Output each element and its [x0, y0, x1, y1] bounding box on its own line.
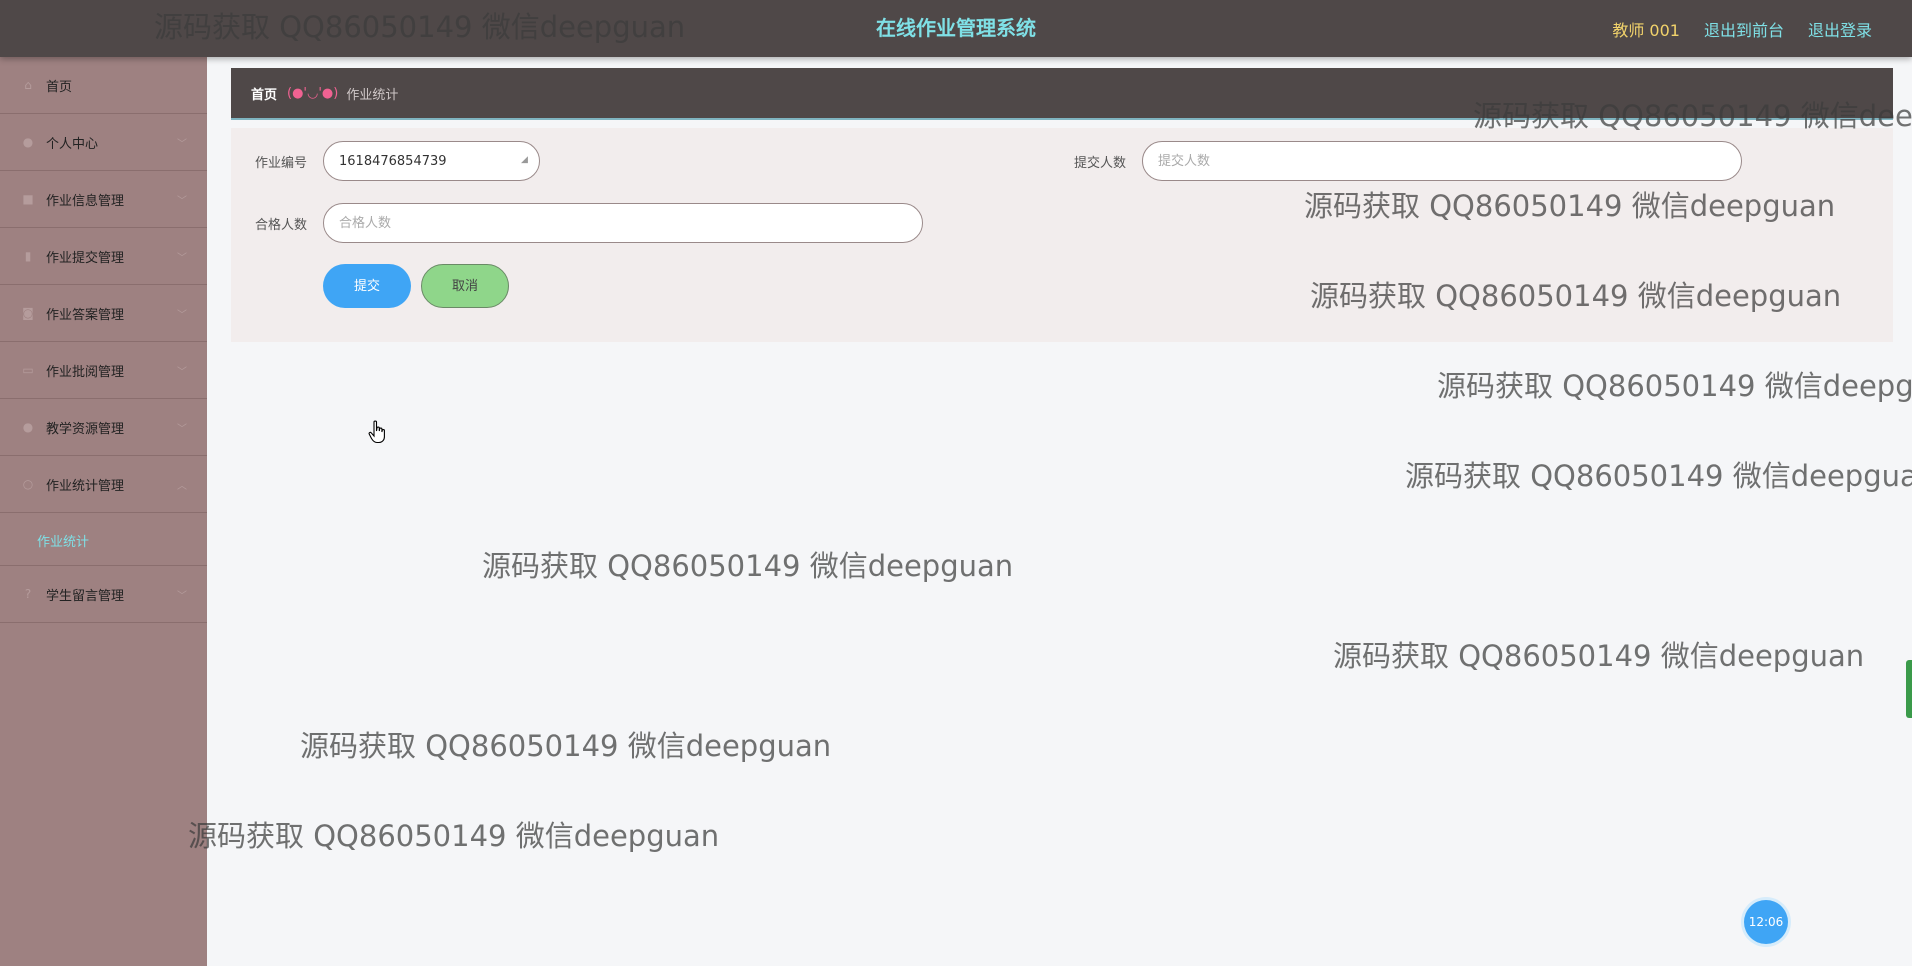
side-edge-tab[interactable] — [1906, 660, 1912, 718]
top-bar: 在线作业管理系统 教师 001 退出到前台 退出登录 — [0, 0, 1912, 57]
statistics-form: 作业编号 ◢ 提交人数 合格人数 提交 取消 — [231, 128, 1893, 342]
camera-icon: ◙ — [22, 306, 34, 320]
user-icon: ● — [22, 135, 34, 149]
exit-to-frontend-link[interactable]: 退出到前台 — [1704, 17, 1784, 41]
logout-link[interactable]: 退出登录 — [1808, 17, 1872, 41]
breadcrumb-current: 作业统计 — [346, 87, 399, 103]
sidebar-item-homework-review[interactable]: ▭ 作业批阅管理 ﹀ — [0, 342, 207, 399]
video-icon: ■ — [22, 192, 34, 206]
help-icon: ? — [24, 587, 32, 601]
chevron-down-icon: ﹀ — [177, 590, 187, 602]
breadcrumb: 首页 (●'◡'●) 作业统计 — [231, 68, 1893, 120]
chevron-down-icon: ﹀ — [177, 366, 187, 378]
sidebar-item-student-messages[interactable]: ? 学生留言管理 ﹀ — [0, 566, 207, 623]
current-user: 教师 001 — [1612, 20, 1680, 40]
chevron-down-icon: ﹀ — [177, 195, 187, 207]
cancel-button[interactable]: 取消 — [421, 264, 509, 308]
folder-icon: ▭ — [22, 363, 34, 377]
chevron-down-icon: ﹀ — [177, 423, 187, 435]
mic-icon: ▮ — [24, 249, 32, 263]
resize-handle-icon: ◢ — [521, 155, 528, 165]
chevron-down-icon: ﹀ — [177, 138, 187, 150]
hand-cursor-icon — [368, 420, 385, 444]
qualified-count-label: 合格人数 — [255, 218, 308, 233]
sidebar-item-homework-submit[interactable]: ▮ 作业提交管理 ﹀ — [0, 228, 207, 285]
top-links: 教师 001 退出到前台 退出登录 — [1612, 0, 1872, 57]
sidebar-item-label: 作业统计管理 — [46, 478, 125, 494]
sidebar-item-teaching-resources[interactable]: ● 教学资源管理 ﹀ — [0, 399, 207, 456]
person-icon: ● — [22, 420, 34, 434]
submit-count-label: 提交人数 — [1074, 156, 1127, 171]
sidebar-item-label: 作业答案管理 — [46, 307, 125, 323]
submit-button[interactable]: 提交 — [323, 264, 411, 308]
location-icon: ○ — [22, 477, 34, 491]
breadcrumb-separator: (●'◡'●) — [287, 85, 339, 101]
watermark-text: 源码获取 QQ86050149 微信deepguan — [300, 729, 832, 763]
homework-no-label: 作业编号 — [255, 156, 308, 171]
breadcrumb-home[interactable]: 首页 — [251, 84, 277, 103]
sidebar-item-label: 作业批阅管理 — [46, 364, 125, 380]
sidebar-item-homework-statistics[interactable]: ○ 作业统计管理 ︿ — [0, 456, 207, 513]
home-icon: ⌂ — [24, 78, 32, 92]
sidebar-item-label: 作业信息管理 — [46, 193, 125, 209]
chevron-down-icon: ﹀ — [177, 252, 187, 264]
sidebar-subitem-homework-statistics[interactable]: 作业统计 — [0, 513, 207, 566]
watermark-text: 源码获取 QQ86050149 微信deepguan — [1333, 639, 1865, 673]
watermark-text: 源码获取 QQ86050149 微信deepguan — [1405, 459, 1912, 493]
watermark-text: 源码获取 QQ86050149 微信deepguan — [188, 819, 720, 853]
qualified-count-input[interactable] — [323, 203, 923, 243]
sidebar-item-homework-info[interactable]: ■ 作业信息管理 ﹀ — [0, 171, 207, 228]
sidebar-item-label: 学生留言管理 — [46, 588, 125, 604]
sidebar-item-label: 个人中心 — [46, 136, 99, 152]
sidebar-item-label: 教学资源管理 — [46, 421, 125, 437]
homework-no-input[interactable] — [323, 141, 540, 181]
watermark-text: 源码获取 QQ86050149 微信deepguan — [482, 549, 1014, 583]
sidebar-item-homework-answer[interactable]: ◙ 作业答案管理 ﹀ — [0, 285, 207, 342]
sidebar-item-personal-center[interactable]: ● 个人中心 ﹀ — [0, 114, 207, 171]
sidebar-item-label: 作业提交管理 — [46, 250, 125, 266]
sidebar-item-home[interactable]: ⌂ 首页 — [0, 57, 207, 114]
watermark-text: 源码获取 QQ86050149 微信deepguan — [1437, 369, 1912, 403]
sidebar-subitem-label: 作业统计 — [37, 535, 90, 550]
clock-badge[interactable]: 12:06 — [1744, 900, 1788, 944]
submit-count-input[interactable] — [1142, 141, 1742, 181]
sidebar-item-label: 首页 — [46, 79, 73, 95]
chevron-down-icon: ﹀ — [177, 309, 187, 321]
sidebar: ⌂ 首页 ● 个人中心 ﹀ ■ 作业信息管理 ﹀ ▮ 作业提交管理 ﹀ ◙ 作业… — [0, 57, 207, 966]
chevron-up-icon: ︿ — [177, 480, 187, 492]
